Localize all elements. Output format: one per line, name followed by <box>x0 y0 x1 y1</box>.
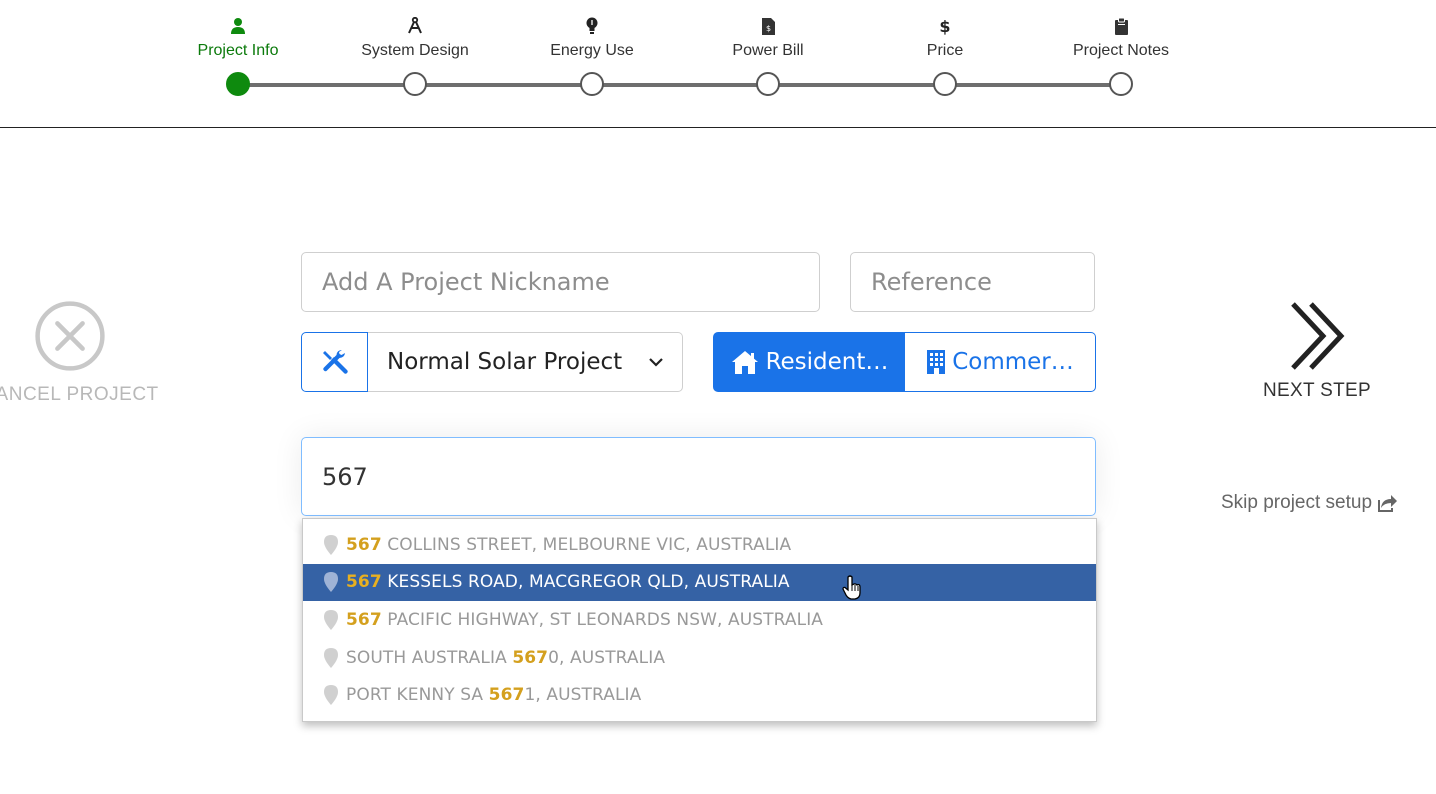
project-type-button[interactable] <box>301 332 368 392</box>
cancel-project-label: CANCEL PROJECT <box>0 384 159 405</box>
suggestion-rest: 1, AUSTRALIA <box>524 685 642 706</box>
suggestion-prefix: SOUTH AUSTRALIA <box>346 647 513 668</box>
close-circle-icon <box>35 301 105 371</box>
step-label: Project Info <box>197 42 279 59</box>
clipboard-icon <box>1041 16 1201 36</box>
svg-text:$: $ <box>765 24 770 33</box>
reference-input[interactable] <box>850 252 1095 312</box>
wrench-screwdriver-icon <box>322 350 348 374</box>
suggestion-rest: COLLINS STREET, MELBOURNE VIC, AUSTRALIA <box>381 534 792 555</box>
residential-label: Resident… <box>765 349 889 375</box>
commercial-button[interactable]: Commer… <box>905 332 1096 392</box>
step-label: Power Bill <box>732 42 804 59</box>
chevron-down-icon <box>649 358 663 367</box>
document-dollar-icon: $ <box>688 16 848 36</box>
step-label: Project Notes <box>1072 42 1170 59</box>
step-label: Price <box>926 42 964 59</box>
next-step-button[interactable]: NEXT STEP <box>1252 300 1382 402</box>
step-dot-project-notes[interactable] <box>1109 72 1133 96</box>
step-dot-energy-use[interactable] <box>580 72 604 96</box>
address-search-input[interactable] <box>301 437 1096 516</box>
step-project-notes[interactable]: Project Notes <box>1041 16 1201 60</box>
map-pin-icon <box>323 534 341 555</box>
suggestion-rest: PACIFIC HIGHWAY, ST LEONARDS NSW, AUSTRA… <box>381 609 824 630</box>
step-power-bill[interactable]: $ Power Bill <box>688 16 848 60</box>
commercial-label: Commer… <box>952 349 1074 375</box>
share-icon <box>1378 495 1398 512</box>
property-type-toggle: Resident… Commer… <box>713 332 1096 392</box>
step-dot-system-design[interactable] <box>403 72 427 96</box>
step-energy-use[interactable]: Energy Use <box>512 16 672 60</box>
step-dot-price[interactable] <box>933 72 957 96</box>
next-step-label: NEXT STEP <box>1263 380 1371 401</box>
skip-label: Skip project setup <box>1221 492 1373 513</box>
cancel-project-button[interactable]: CANCEL PROJECT <box>0 300 180 406</box>
person-icon <box>158 16 318 36</box>
suggestion-match: 567 <box>346 534 382 555</box>
double-chevron-right-icon <box>1291 302 1345 370</box>
step-label: Energy Use <box>550 42 634 59</box>
step-dot-project-info[interactable] <box>226 72 250 96</box>
project-type-group: Normal Solar Project <box>301 332 683 392</box>
address-suggestion[interactable]: 567 PACIFIC HIGHWAY, ST LEONARDS NSW, AU… <box>303 601 1096 639</box>
map-pin-icon <box>323 572 341 593</box>
compass-icon <box>335 16 495 36</box>
step-price[interactable]: $ Price <box>865 16 1025 60</box>
skip-project-setup-link[interactable]: Skip project setup <box>1221 492 1398 514</box>
suggestion-match: 567 <box>488 685 525 706</box>
map-pin-icon <box>323 609 341 630</box>
address-suggestions-list: 567 COLLINS STREET, MELBOURNE VIC, AUSTR… <box>302 518 1097 722</box>
suggestion-match: 567 <box>346 609 382 630</box>
map-pin-icon <box>323 685 341 706</box>
suggestion-rest: KESSELS ROAD, MACGREGOR QLD, AUSTRALIA <box>381 572 790 593</box>
suggestion-match: 567 <box>346 572 382 593</box>
progress-stepper: Project Info System Design Energy Use $ … <box>0 0 1436 128</box>
project-nickname-input[interactable] <box>301 252 820 312</box>
map-pin-icon <box>323 647 341 668</box>
svg-text:$: $ <box>939 17 950 35</box>
stepper-track <box>238 83 1122 87</box>
step-system-design[interactable]: System Design <box>335 16 495 60</box>
step-dot-power-bill[interactable] <box>756 72 780 96</box>
address-suggestion[interactable]: PORT KENNY SA 5671, AUSTRALIA <box>303 676 1096 714</box>
address-suggestion[interactable]: 567 COLLINS STREET, MELBOURNE VIC, AUSTR… <box>303 526 1096 564</box>
hand-cursor-icon <box>842 575 861 600</box>
step-project-info[interactable]: Project Info <box>158 16 318 60</box>
suggestion-prefix: PORT KENNY SA <box>346 685 489 706</box>
suggestion-match: 567 <box>512 647 549 668</box>
project-type-value: Normal Solar Project <box>387 349 623 375</box>
address-suggestion[interactable]: SOUTH AUSTRALIA 5670, AUSTRALIA <box>303 639 1096 677</box>
suggestion-rest: 0, AUSTRALIA <box>548 647 666 668</box>
house-icon <box>731 351 758 374</box>
step-label: System Design <box>361 42 469 59</box>
lightbulb-icon <box>512 16 672 36</box>
dollar-icon: $ <box>865 16 1025 36</box>
address-suggestion-selected[interactable]: 567 KESSELS ROAD, MACGREGOR QLD, AUSTRAL… <box>303 563 1096 602</box>
residential-button[interactable]: Resident… <box>713 332 905 392</box>
project-type-select[interactable]: Normal Solar Project <box>368 332 683 392</box>
building-icon <box>927 350 946 374</box>
